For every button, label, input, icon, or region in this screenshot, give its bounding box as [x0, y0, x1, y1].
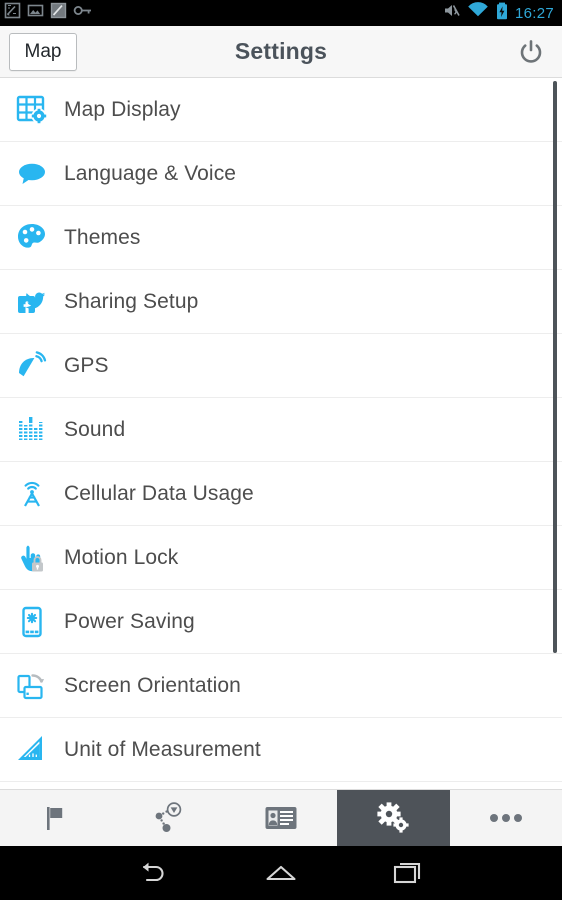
- settings-row-map-display[interactable]: Map Display: [0, 78, 562, 142]
- bottom-tab-bar: [0, 789, 562, 846]
- volume-mute-icon: [442, 2, 460, 24]
- social-share-icon: [0, 270, 64, 334]
- settings-row-language-voice[interactable]: Language & Voice: [0, 142, 562, 206]
- settings-row-unit-of-measurement[interactable]: Unit of Measurement: [0, 718, 562, 782]
- satellite-dish-icon: [0, 334, 64, 398]
- cell-tower-icon: [0, 462, 64, 526]
- wifi-icon: [467, 2, 489, 24]
- settings-row-label: Unit of Measurement: [64, 737, 261, 761]
- nav-home-button[interactable]: [259, 851, 303, 895]
- tab-more[interactable]: [450, 790, 562, 846]
- battery-charging-icon: [496, 2, 508, 25]
- list-scrollbar[interactable]: [553, 81, 557, 653]
- settings-row-gps[interactable]: GPS: [0, 334, 562, 398]
- ruler-triangle-icon: [0, 718, 64, 782]
- screenshot-capture-alt-icon: [50, 2, 67, 24]
- status-bar-left-icons: [4, 2, 94, 24]
- power-icon: [520, 39, 542, 63]
- settings-row-label: Power Saving: [64, 609, 195, 633]
- tab-route[interactable]: [112, 790, 224, 846]
- paint-palette-icon: [0, 206, 64, 270]
- id-card-icon: [265, 807, 297, 829]
- action-bar: Map Settings: [0, 26, 562, 78]
- app-screen: 16:27 Map Settings Map Display Language …: [0, 0, 562, 900]
- speech-bubble-icon: [0, 142, 64, 206]
- nav-back-button[interactable]: [131, 851, 175, 895]
- home-icon: [266, 865, 296, 881]
- settings-row-sharing-setup[interactable]: Sharing Setup: [0, 270, 562, 334]
- tab-contacts[interactable]: [225, 790, 337, 846]
- back-icon: [142, 862, 164, 882]
- settings-row-label: GPS: [64, 353, 109, 377]
- status-bar-right-icons: 16:27: [442, 2, 554, 25]
- power-button[interactable]: [514, 35, 548, 69]
- settings-row-label: Sound: [64, 417, 126, 441]
- settings-row-sound[interactable]: Sound: [0, 398, 562, 462]
- settings-row-label: Themes: [64, 225, 141, 249]
- screenshot-capture-icon: [4, 2, 21, 24]
- status-bar: 16:27: [0, 0, 562, 26]
- flag-icon: [47, 807, 63, 830]
- overflow-dots-icon: [489, 814, 522, 822]
- image-gallery-icon: [27, 2, 44, 24]
- nav-recents-button[interactable]: [387, 851, 431, 895]
- settings-row-motion-lock[interactable]: Motion Lock: [0, 526, 562, 590]
- phone-power-icon: [0, 590, 64, 654]
- settings-row-label: Language & Voice: [64, 161, 237, 185]
- hand-lock-icon: [0, 526, 64, 590]
- settings-row-power-saving[interactable]: Power Saving: [0, 590, 562, 654]
- status-bar-clock: 16:27: [514, 4, 554, 22]
- settings-row-label: Sharing Setup: [64, 289, 199, 313]
- android-nav-bar: [0, 846, 562, 900]
- settings-row-themes[interactable]: Themes: [0, 206, 562, 270]
- settings-row-label: Motion Lock: [64, 545, 179, 569]
- page-title: Settings: [234, 38, 328, 64]
- map-button[interactable]: Map: [9, 32, 77, 71]
- recents-icon: [393, 862, 421, 884]
- settings-row-label: Map Display: [64, 97, 181, 121]
- gears-icon: [377, 802, 410, 833]
- tab-flag[interactable]: [0, 790, 112, 846]
- screen-rotate-icon: [0, 654, 64, 718]
- settings-row-cellular-data-usage[interactable]: Cellular Data Usage: [0, 462, 562, 526]
- settings-row-screen-orientation[interactable]: Screen Orientation: [0, 654, 562, 718]
- settings-row-label: Screen Orientation: [64, 673, 241, 697]
- vpn-key-icon: [73, 2, 94, 24]
- settings-list[interactable]: Map Display Language & Voice Themes Shar…: [0, 78, 562, 789]
- settings-row-label: Cellular Data Usage: [64, 481, 254, 505]
- map-display-icon: [0, 78, 64, 142]
- tab-settings[interactable]: [337, 790, 450, 846]
- equalizer-icon: [0, 398, 64, 462]
- route-icon: [155, 802, 181, 832]
